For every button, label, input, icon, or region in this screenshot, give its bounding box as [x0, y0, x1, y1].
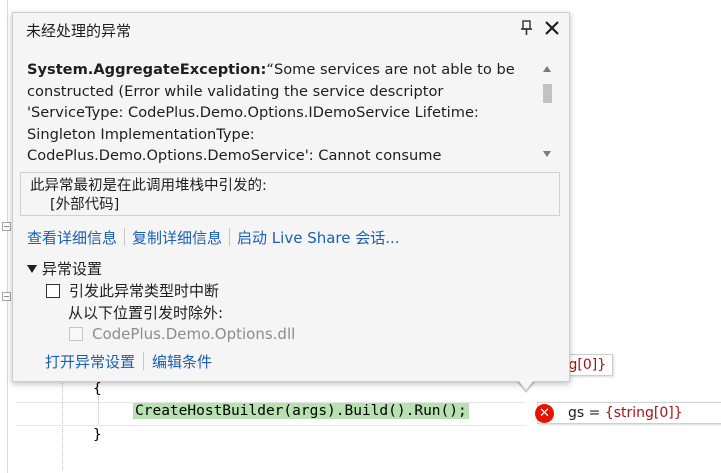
settings-links: 打开异常设置 编辑条件	[45, 351, 212, 372]
close-brace: }	[93, 427, 102, 443]
break-when-thrown-checkbox[interactable]	[46, 283, 60, 298]
exception-helper-popup: 未经处理的异常 System.AggregateException:“Some …	[12, 12, 570, 382]
error-icon: ✕	[535, 404, 554, 423]
datatip-value: {string[0]}	[604, 405, 683, 421]
view-details-link[interactable]: 查看详细信息	[27, 229, 117, 247]
fold-toggle[interactable]: −	[2, 222, 11, 231]
current-statement[interactable]: CreateHostBuilder(args).Build().Run();	[133, 403, 469, 419]
edit-conditions-link[interactable]: 编辑条件	[152, 353, 212, 371]
fold-toggle[interactable]: −	[2, 292, 11, 301]
module-row: CodePlus.Demo.Options.dll	[69, 325, 295, 343]
outline-gutter	[7, 0, 8, 473]
link-separator	[229, 228, 231, 246]
exception-message: System.AggregateException:“Some services…	[27, 59, 527, 165]
open-brace: {	[93, 381, 102, 397]
scroll-down-arrow-icon[interactable]	[542, 150, 552, 158]
break-when-thrown-row[interactable]: 引发此异常类型时中断	[46, 280, 219, 301]
copy-details-link[interactable]: 复制详细信息	[132, 229, 222, 247]
break-when-thrown-label: 引发此异常类型时中断	[69, 282, 220, 300]
popup-pointer-fill	[518, 380, 534, 390]
action-links: 查看详细信息 复制详细信息 启动 Live Share 会话...	[27, 227, 400, 248]
collapse-triangle-icon	[27, 265, 37, 273]
open-exception-settings-link[interactable]: 打开异常设置	[45, 353, 135, 371]
close-icon[interactable]	[543, 19, 561, 37]
exception-settings-header[interactable]: 异常设置	[27, 258, 102, 279]
call-stack-box: 此异常最初是在此调用堆栈中引发的: [外部代码]	[20, 172, 560, 216]
except-when-thrown-from-label: 从以下位置引发时除外:	[68, 304, 224, 322]
live-share-link[interactable]: 启动 Live Share 会话...	[237, 229, 400, 247]
stack-heading: 此异常最初是在此调用堆栈中引发的:	[30, 178, 267, 194]
exception-type: System.AggregateException:	[27, 61, 267, 78]
module-label: CodePlus.Demo.Options.dll	[92, 325, 296, 343]
scroll-up-arrow-icon[interactable]	[542, 65, 552, 73]
link-separator	[143, 352, 145, 370]
module-checkbox	[69, 327, 83, 341]
datatip-args[interactable]: gs = {string[0]}	[537, 402, 721, 424]
popup-title: 未经处理的异常	[26, 22, 132, 40]
message-scrollbar-thumb[interactable]	[543, 84, 552, 103]
stack-frame[interactable]: [外部代码]	[30, 196, 559, 215]
link-separator	[124, 228, 126, 246]
pin-icon[interactable]	[519, 19, 535, 37]
datatip-name: gs =	[568, 405, 605, 421]
exception-settings-label: 异常设置	[42, 260, 103, 278]
